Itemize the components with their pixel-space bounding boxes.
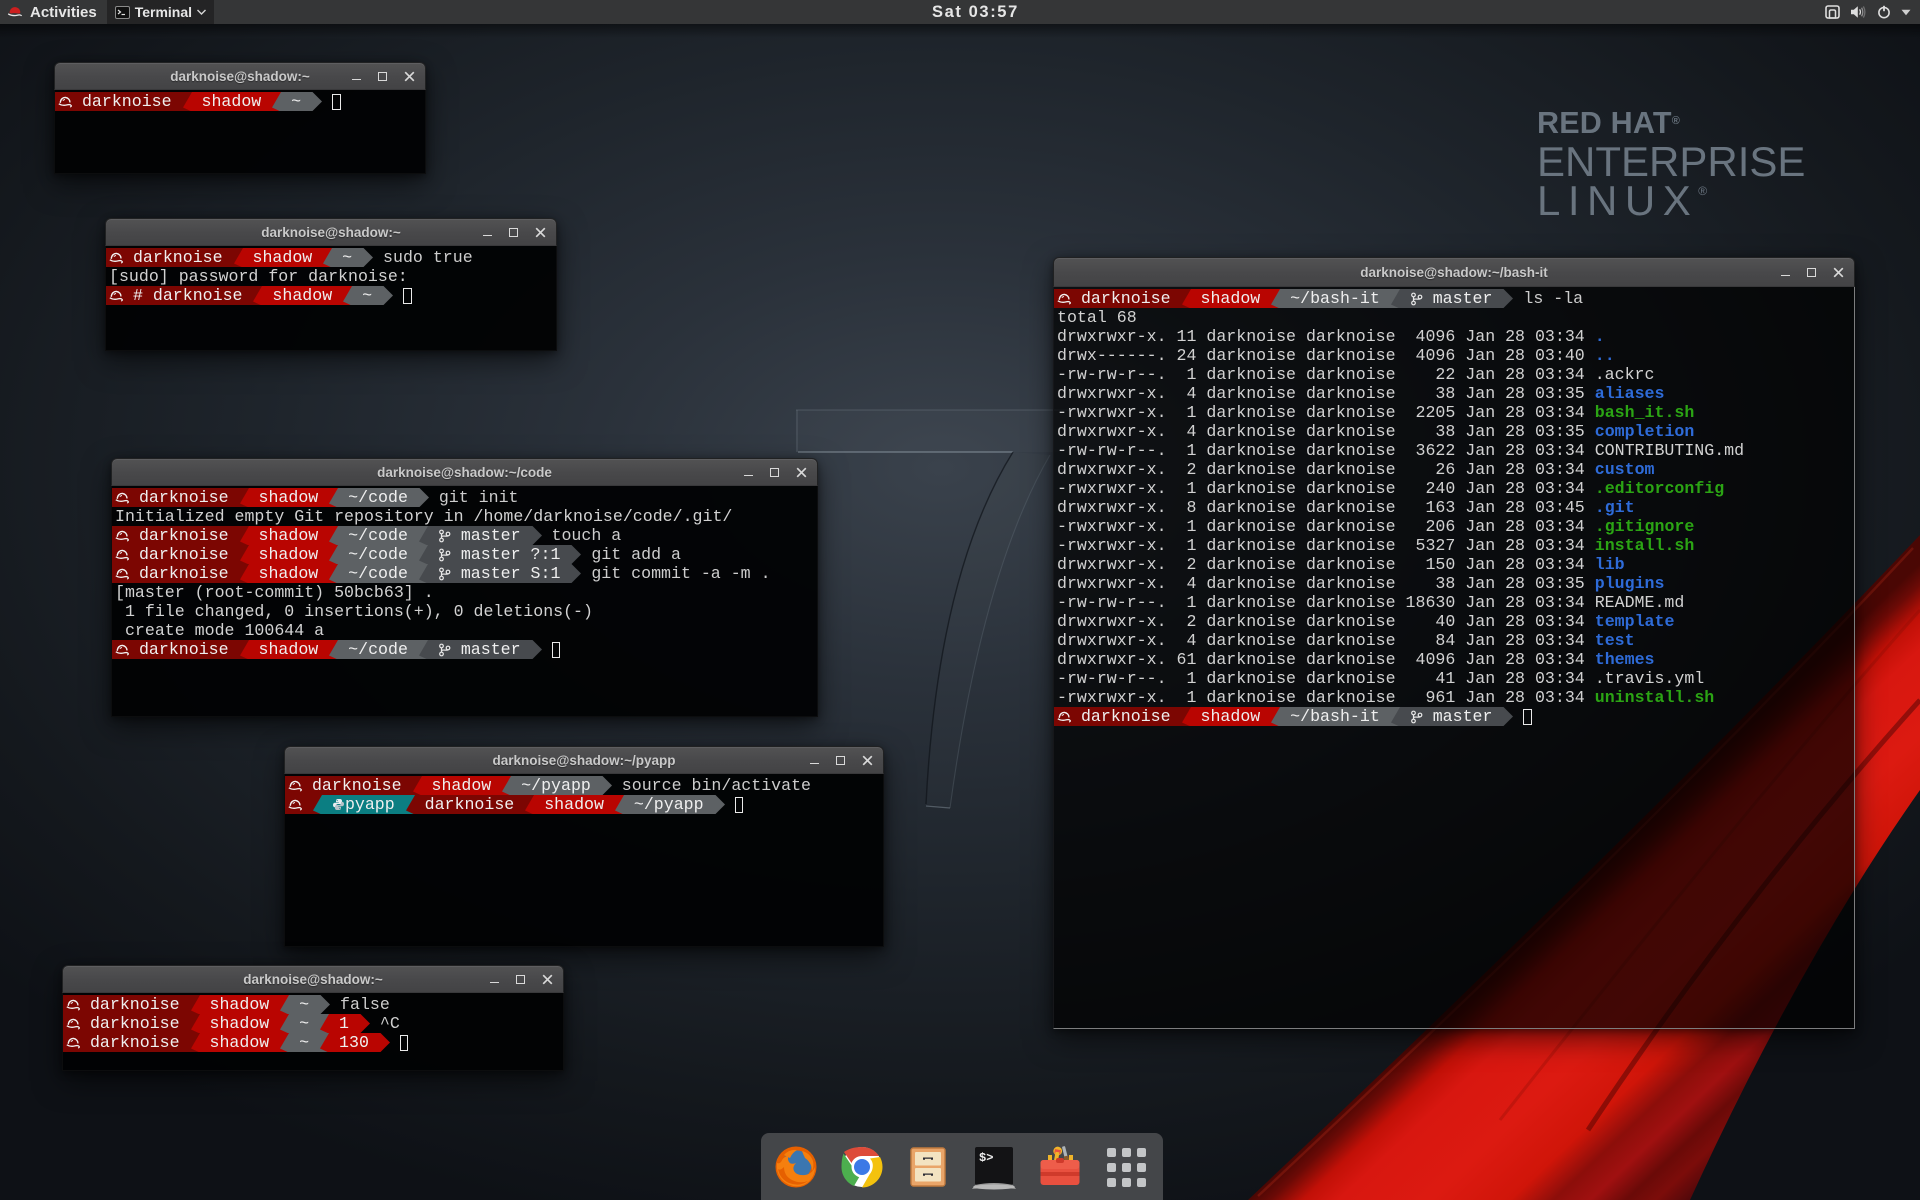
svg-text:$>: $>: [979, 1151, 993, 1165]
